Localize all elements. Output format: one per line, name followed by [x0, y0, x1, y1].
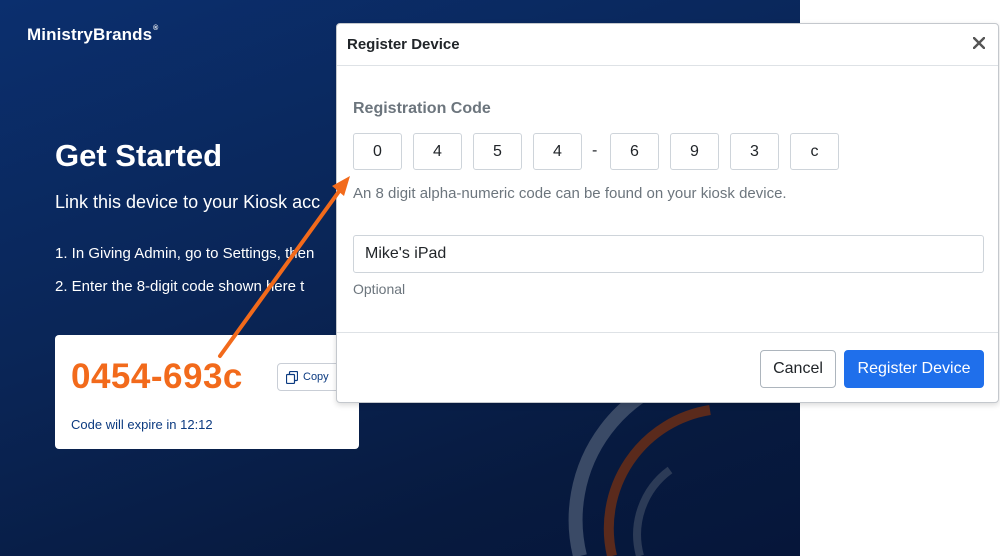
- code-digit-2[interactable]: 4: [413, 133, 462, 170]
- code-digit-7[interactable]: 3: [730, 133, 779, 170]
- expire-text: Code will expire in 12:12: [71, 417, 213, 432]
- page-title: Get Started: [55, 138, 223, 173]
- device-name-input[interactable]: [353, 235, 984, 273]
- code-digit-6[interactable]: 9: [670, 133, 719, 170]
- close-button[interactable]: [970, 34, 988, 52]
- page-subtitle: Link this device to your Kiosk acc: [55, 192, 321, 212]
- instruction-step-2: 2. Enter the 8-digit code shown here t: [55, 278, 305, 295]
- code-separator: -: [592, 142, 598, 159]
- close-icon: [973, 37, 985, 49]
- code-digit-1[interactable]: 0: [353, 133, 402, 170]
- copy-label: Copy: [303, 371, 329, 383]
- code-digit-3[interactable]: 5: [473, 133, 522, 170]
- code-digit-4[interactable]: 4: [533, 133, 582, 170]
- code-digit-5[interactable]: 6: [610, 133, 659, 170]
- modal-footer-divider: [337, 332, 998, 333]
- pairing-code-card: 0454-693c Copy Code will expire in 12:12: [55, 335, 359, 449]
- register-device-button[interactable]: Register Device: [844, 350, 984, 388]
- register-device-modal: Register Device Registration Code 0 4 5 …: [336, 23, 999, 403]
- brand-logo: MinistryBrands®: [27, 25, 159, 44]
- modal-title: Register Device: [347, 36, 460, 53]
- pairing-code: 0454-693c: [71, 357, 243, 396]
- optional-label: Optional: [353, 281, 406, 297]
- copy-icon: [286, 370, 298, 384]
- modal-header: Register Device: [337, 24, 998, 66]
- code-digit-8[interactable]: c: [790, 133, 839, 170]
- instruction-step-1: 1. In Giving Admin, go to Settings, then: [55, 245, 315, 262]
- code-hint: An 8 digit alpha-numeric code can be fou…: [353, 185, 787, 202]
- cancel-button[interactable]: Cancel: [760, 350, 836, 388]
- registration-code-label: Registration Code: [353, 100, 491, 117]
